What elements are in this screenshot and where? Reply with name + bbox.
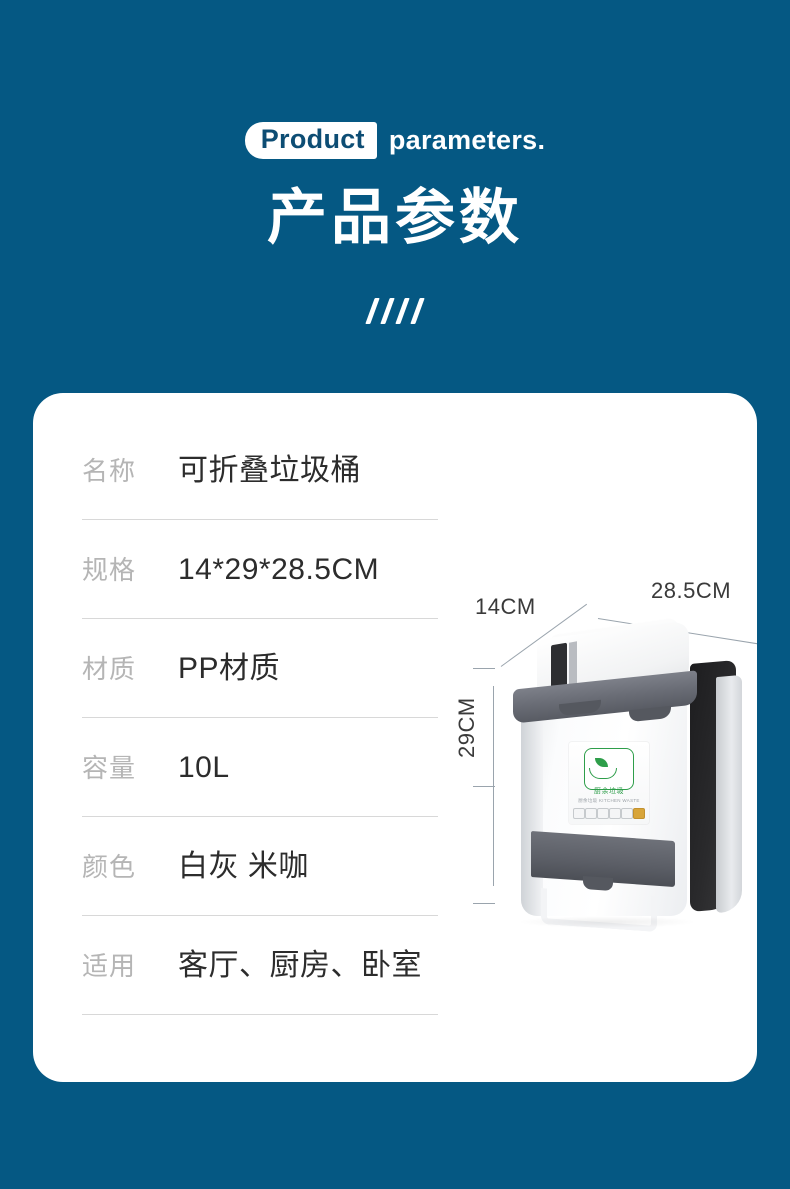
slash-mark: [395, 298, 410, 324]
table-row: 颜色 白灰 米咖: [82, 817, 486, 916]
dimension-label-depth: 14CM: [475, 594, 536, 619]
bin-body-shading: [521, 694, 543, 916]
bin-drawer-tab: [583, 875, 613, 892]
spec-value: 可折叠垃圾桶: [178, 453, 361, 487]
spec-value: 10L: [178, 750, 230, 784]
spec-value: PP材质: [178, 651, 281, 685]
header-eyebrow: Product parameters.: [0, 122, 790, 159]
spec-label: 颜色: [82, 851, 137, 882]
spec-label: 名称: [82, 455, 137, 486]
waste-item-icon: [633, 808, 645, 819]
product-photo: 28.5CM 14CM 29CM 厨余垃圾 厨余垃圾 KITCHEN WASTE: [433, 558, 757, 958]
slash-mark: [380, 298, 395, 324]
waste-item-icon: [573, 808, 585, 819]
eyebrow-highlight-pill: Product: [244, 122, 377, 159]
spec-label: 规格: [82, 554, 137, 585]
bin-right-side: [716, 674, 742, 914]
waste-item-icon: [609, 808, 621, 819]
eyebrow-rest-text: parameters.: [388, 125, 546, 155]
dimension-tick: [473, 668, 495, 669]
row-divider: [82, 1014, 438, 1015]
slash-divider-icon: [0, 298, 790, 324]
dimension-label-height: 29CM: [454, 697, 479, 758]
table-row: 容量 10L: [82, 718, 486, 817]
sticker-label-en: 厨余垃圾 KITCHEN WASTE: [578, 798, 640, 803]
waste-item-icon: [621, 808, 633, 819]
sticker-label-cn: 厨余垃圾: [594, 788, 624, 795]
spec-table: 名称 可折叠垃圾桶 规格 14*29*28.5CM 材质 PP材质 容量 10L…: [82, 421, 486, 1015]
spec-label: 适用: [82, 950, 137, 981]
spec-value: 客厅、厨房、卧室: [178, 948, 422, 982]
dimension-tick: [473, 786, 495, 787]
dimension-label-width: 28.5CM: [651, 578, 732, 603]
spec-label: 材质: [82, 653, 137, 684]
slash-mark: [410, 298, 425, 324]
table-row: 适用 客厅、厨房、卧室: [82, 916, 486, 1015]
waste-item-icon: [585, 808, 597, 819]
spec-label: 容量: [82, 752, 137, 783]
table-row: 规格 14*29*28.5CM: [82, 520, 486, 619]
bin-shadow: [517, 916, 697, 928]
page-title: 产品参数: [267, 184, 523, 251]
slash-mark: [365, 298, 380, 324]
page-header: Product parameters. 产品参数: [0, 0, 790, 390]
dimension-tick: [473, 903, 495, 904]
table-row: 名称 可折叠垃圾桶: [82, 421, 486, 520]
foldable-trash-bin-illustration: 厨余垃圾 厨余垃圾 KITCHEN WASTE: [507, 617, 742, 944]
spec-value: 14*29*28.5CM: [178, 552, 380, 586]
spec-card: 名称 可折叠垃圾桶 规格 14*29*28.5CM 材质 PP材质 容量 10L…: [33, 393, 757, 1082]
spec-value: 白灰 米咖: [178, 849, 309, 883]
waste-item-icon: [597, 808, 609, 819]
waste-type-icon-row: [573, 808, 645, 819]
table-row: 材质 PP材质: [82, 619, 486, 718]
kitchen-waste-sticker: 厨余垃圾 厨余垃圾 KITCHEN WASTE: [569, 742, 649, 824]
